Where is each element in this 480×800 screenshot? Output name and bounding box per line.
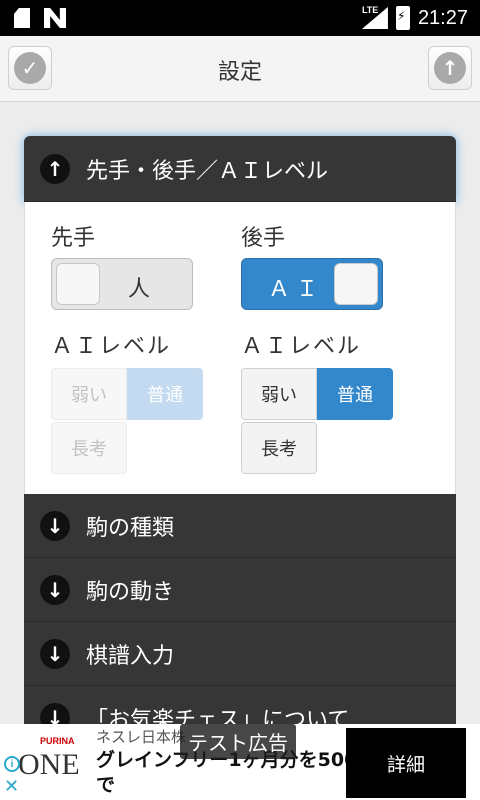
header-bar: ✓ 設定 ↑ xyxy=(0,36,480,102)
arrow-up-icon: ↑ xyxy=(434,52,466,84)
section-label: 棋譜入力 xyxy=(86,643,175,669)
section-header-game-record[interactable]: ↓ 棋譜入力 xyxy=(24,622,456,686)
second-ai-level-label: ＡＩレベル xyxy=(241,334,362,359)
ad-brand-logo: PURINA ONE xyxy=(18,736,80,781)
signal-icon: LTE xyxy=(362,5,388,29)
first-ai-level-control: 弱い 普通 xyxy=(51,368,203,420)
second-player-label: 後手 xyxy=(241,226,286,251)
second-level-long-button[interactable]: 長考 xyxy=(241,422,317,474)
ad-banner[interactable]: PURINA ONE ネスレ日本株 グレインフリー1ヶ月分を500円で テスト広… xyxy=(0,724,480,800)
section-label: 駒の種類 xyxy=(86,515,175,541)
ad-source: ネスレ日本株 xyxy=(96,728,187,746)
second-player-toggle[interactable]: ＡＩ xyxy=(241,258,383,310)
first-player-label: 先手 xyxy=(51,226,96,251)
notification-n-icon xyxy=(44,8,66,28)
second-ai-level-control: 弱い 普通 xyxy=(241,368,393,420)
ad-details-button[interactable]: 詳細 xyxy=(346,728,466,798)
scroll-top-button[interactable]: ↑ xyxy=(428,46,472,90)
second-level-weak-button[interactable]: 弱い xyxy=(241,368,317,420)
page-title: 設定 xyxy=(217,60,262,85)
section-header-piece-moves[interactable]: ↓ 駒の動き xyxy=(24,558,456,622)
second-ai-level-control-row2: 長考 xyxy=(241,422,317,474)
first-ai-level-control-row2: 長考 xyxy=(51,422,127,474)
arrow-up-icon: ↑ xyxy=(40,153,70,184)
toggle-knob xyxy=(334,263,378,305)
arrow-down-icon: ↓ xyxy=(40,638,70,669)
second-level-normal-button[interactable]: 普通 xyxy=(317,368,393,420)
first-level-long-button[interactable]: 長考 xyxy=(51,422,127,474)
section-label: 駒の動き xyxy=(86,579,175,605)
toggle-value: ＡＩ xyxy=(268,277,325,302)
status-time: 21:27 xyxy=(417,6,468,29)
settings-accordion: ↑ 先手・後手／ＡＩレベル 先手 人 ＡＩレベル 弱い 普通 長考 後手 ＡＩ xyxy=(24,136,456,750)
section-header-piece-types[interactable]: ↓ 駒の種類 xyxy=(24,494,456,558)
section-label: 先手・後手／ＡＩレベル xyxy=(86,158,329,184)
first-level-weak-button[interactable]: 弱い xyxy=(51,368,127,420)
sd-card-icon xyxy=(14,8,30,28)
toggle-knob xyxy=(56,263,100,305)
status-bar: LTE 21:27 xyxy=(0,0,480,36)
arrow-down-icon: ↓ xyxy=(40,574,70,605)
first-level-normal-button[interactable]: 普通 xyxy=(127,368,203,420)
section-header-players-ai[interactable]: ↑ 先手・後手／ＡＩレベル xyxy=(24,136,456,202)
first-ai-level-label: ＡＩレベル xyxy=(51,334,172,359)
ad-test-tag: テスト広告 xyxy=(180,724,296,759)
ad-info-icon[interactable]: i xyxy=(4,756,20,772)
first-player-toggle[interactable]: 人 xyxy=(51,258,193,310)
section-body-players-ai: 先手 人 ＡＩレベル 弱い 普通 長考 後手 ＡＩ ＡＩレベル 弱い 普通 長考 xyxy=(24,202,456,494)
arrow-down-icon: ↓ xyxy=(40,510,70,541)
ad-close-icon[interactable]: ✕ xyxy=(4,776,19,797)
toggle-value: 人 xyxy=(128,277,151,302)
battery-charging-icon xyxy=(395,6,410,30)
